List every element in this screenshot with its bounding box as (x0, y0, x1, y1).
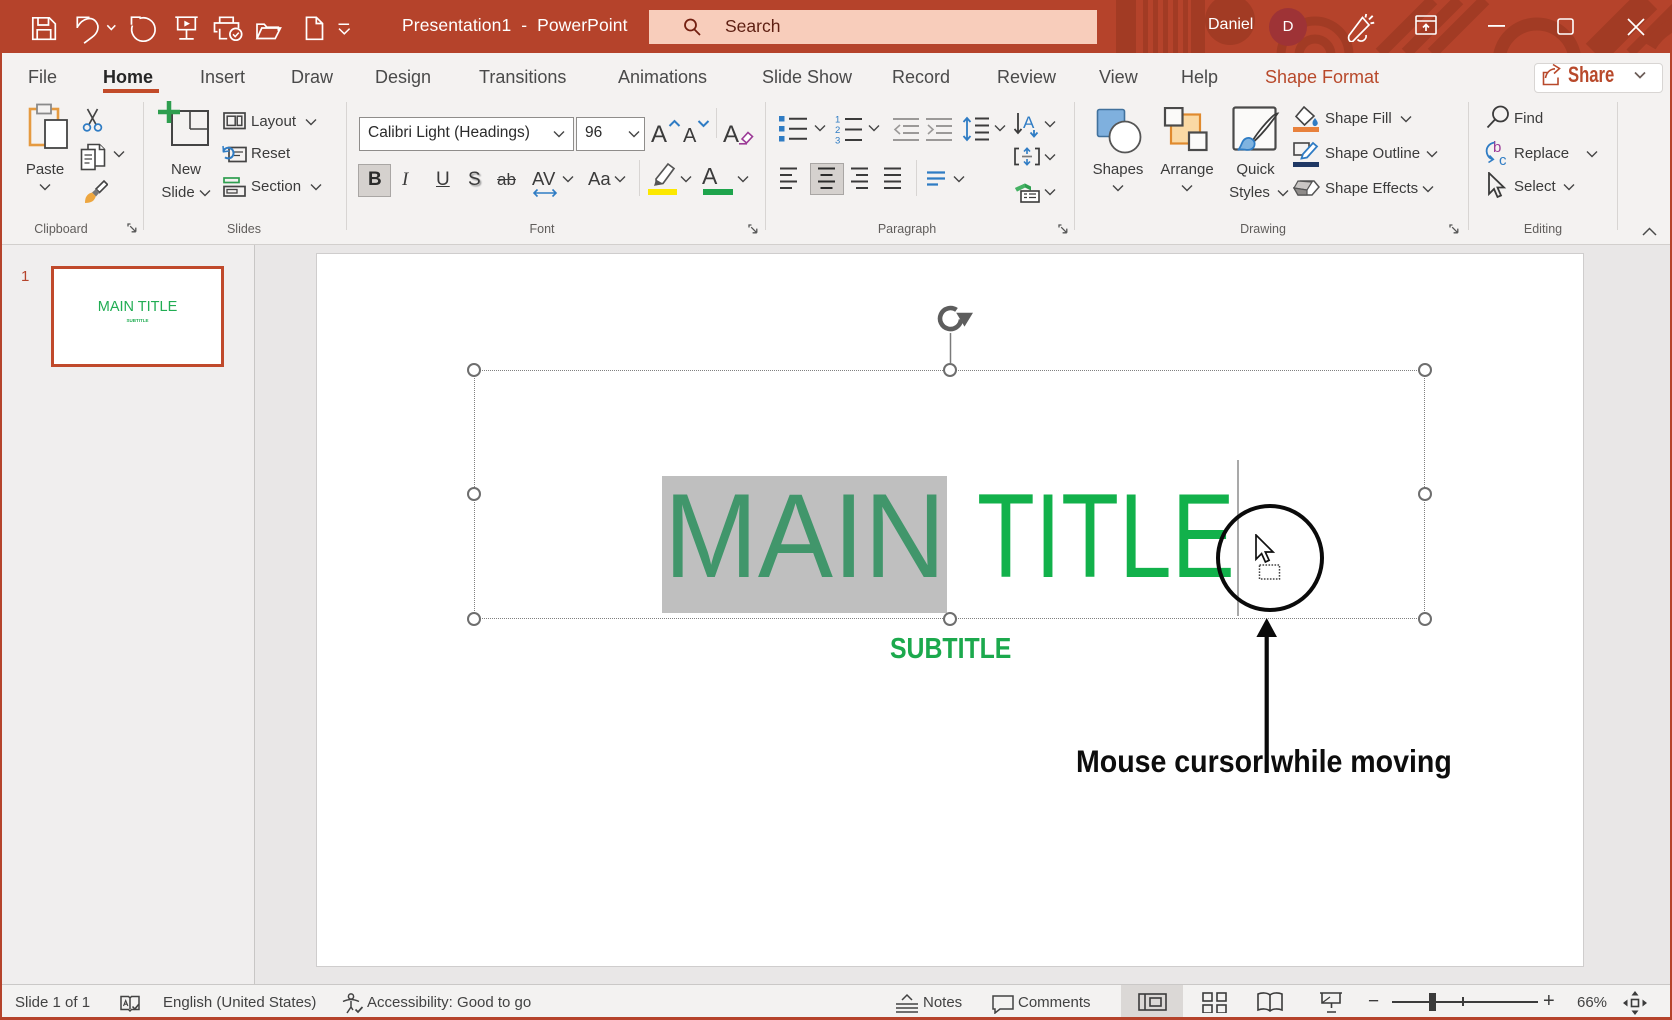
svg-text:A: A (1023, 113, 1035, 132)
svg-text:3: 3 (835, 136, 840, 145)
svg-text:c: c (1499, 152, 1507, 166)
svg-text:1: 1 (835, 115, 840, 126)
svg-text:2: 2 (835, 125, 840, 136)
